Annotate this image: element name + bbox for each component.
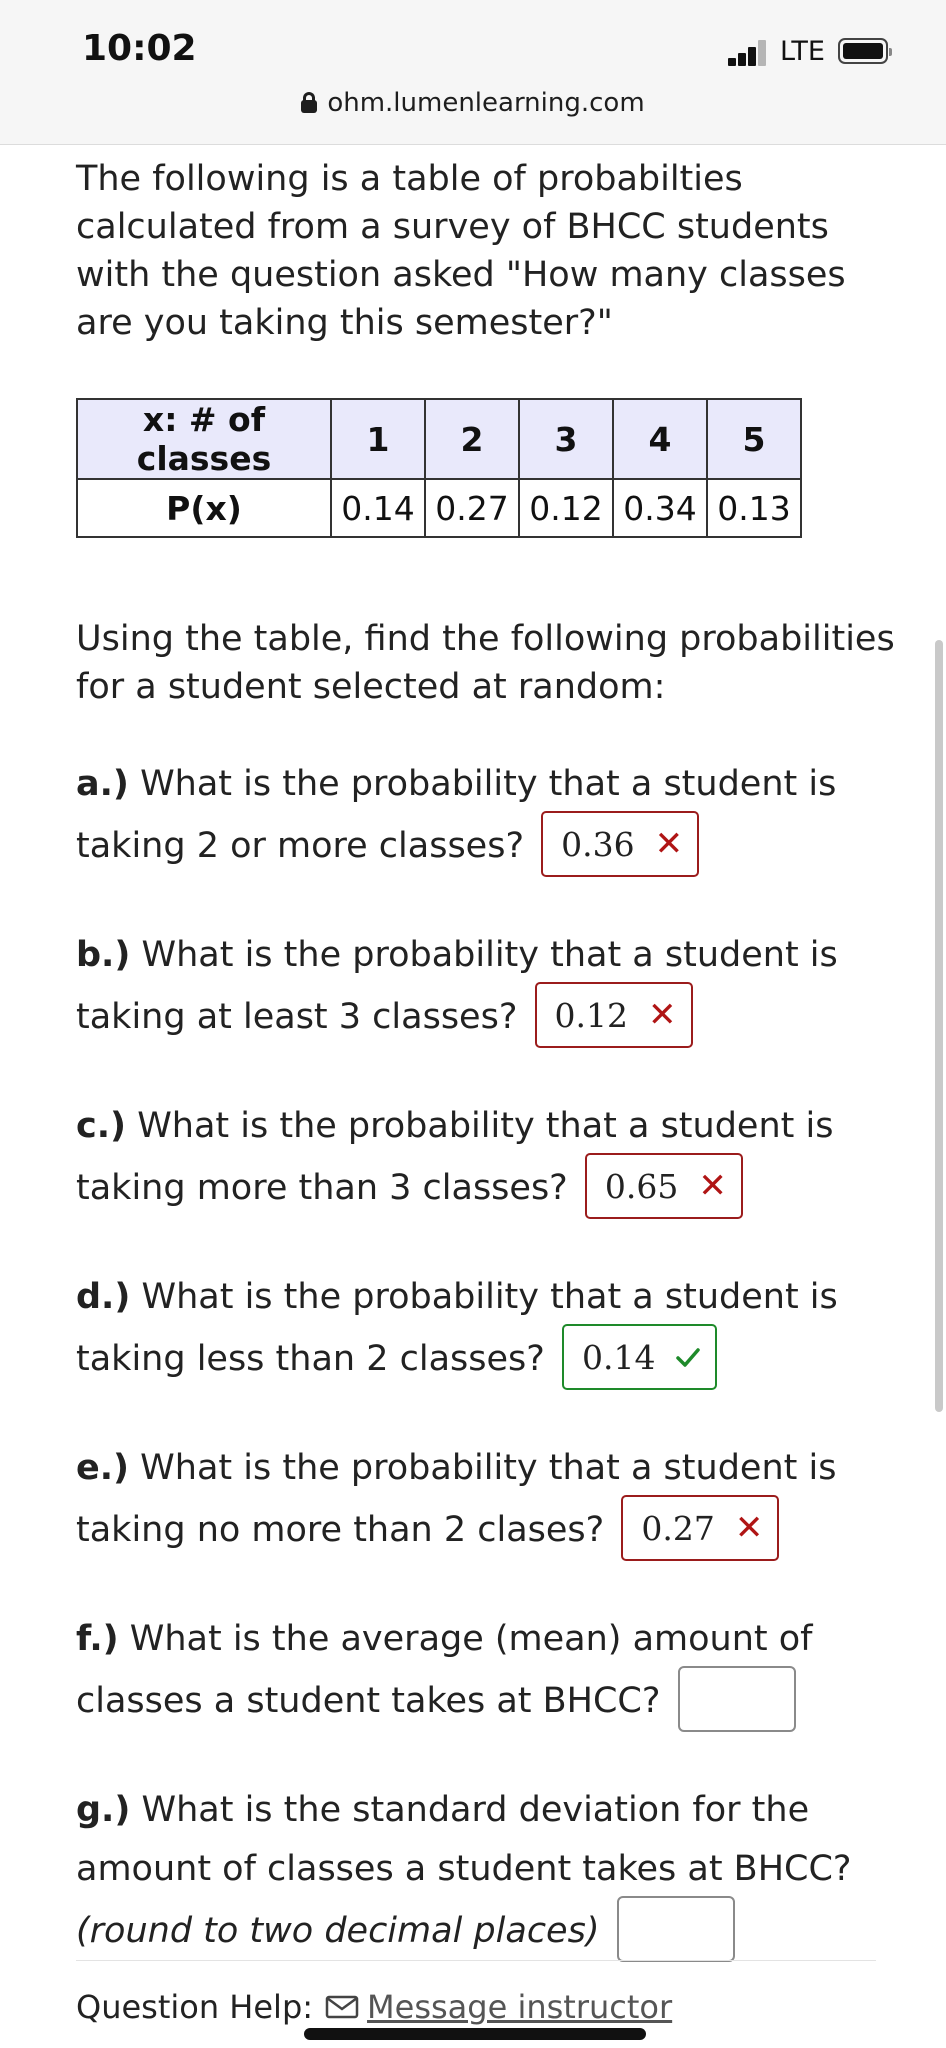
question-label: g.)	[76, 1790, 131, 1830]
table-cell-p: 0.14	[330, 478, 426, 538]
question-label: b.)	[76, 935, 131, 975]
question-label: f.)	[76, 1619, 119, 1659]
question-d: d.) What is the probability that a stude…	[76, 1268, 896, 1393]
divider	[76, 1960, 876, 1961]
answer-input-d[interactable]: 0.14	[561, 1324, 718, 1390]
question-e: e.) What is the probability that a stude…	[76, 1439, 896, 1564]
answer-value: 0.65	[604, 1166, 679, 1206]
signal-strength-icon	[728, 40, 768, 66]
table-cell-p: 0.27	[424, 478, 520, 538]
status-bar: 10:02 LTE ohm.lumenlearning.com	[0, 0, 946, 145]
incorrect-x-icon: ✕	[648, 995, 677, 1035]
url-text: ohm.lumenlearning.com	[327, 88, 645, 118]
answer-value: 0.12	[554, 995, 629, 1035]
answer-input-a[interactable]: 0.36 ✕	[541, 811, 700, 877]
table-cell-p: 0.12	[518, 478, 614, 538]
question-label: c.)	[76, 1106, 127, 1146]
question-label: a.)	[76, 764, 129, 804]
question-text: What is the probability that a student i…	[76, 935, 838, 1037]
question-text: What is the probability that a student i…	[76, 1277, 838, 1379]
home-indicator[interactable]	[304, 2028, 646, 2040]
answer-input-b[interactable]: 0.12 ✕	[534, 982, 693, 1048]
table-row: P(x) 0.14 0.27 0.12 0.34 0.13	[76, 478, 802, 538]
instructions-text: Using the table, find the following prob…	[76, 619, 895, 707]
question-help: Question Help: Message instructor	[76, 1988, 672, 2026]
table-row: x: # of classes 1 2 3 4 5	[76, 398, 802, 480]
table-cell-x: 1	[330, 398, 426, 480]
probability-table: x: # of classes 1 2 3 4 5 P(x) 0.14 0.27…	[76, 398, 802, 538]
network-type: LTE	[780, 36, 825, 67]
table-cell-x: 3	[518, 398, 614, 480]
answer-input-f[interactable]	[677, 1666, 796, 1732]
table-cell-x: 2	[424, 398, 520, 480]
intro-text: The following is a table of probabilties…	[76, 159, 846, 343]
message-instructor-label: Message instructor	[367, 1988, 673, 2026]
table-cell-x: 5	[706, 398, 802, 480]
answer-value: 0.27	[641, 1508, 715, 1548]
battery-icon	[838, 38, 892, 64]
question-g: g.) What is the standard deviation for t…	[76, 1781, 896, 1965]
message-instructor-link[interactable]: Message instructor	[325, 1988, 672, 2026]
question-c: c.) What is the probability that a stude…	[76, 1097, 896, 1222]
question-label: d.)	[76, 1277, 131, 1317]
question-label: e.)	[76, 1448, 130, 1488]
answer-input-g[interactable]	[616, 1896, 735, 1962]
answer-value: 0.36	[561, 824, 635, 864]
answer-value: 0.14	[581, 1337, 656, 1377]
incorrect-x-icon: ✕	[698, 1166, 727, 1206]
question-text: What is the probability that a student i…	[76, 764, 837, 866]
table-cell-x: 4	[612, 398, 708, 480]
table-header-p: P(x)	[76, 478, 332, 538]
incorrect-x-icon: ✕	[734, 1508, 764, 1548]
question-content: The following is a table of probabilties…	[76, 155, 882, 347]
question-text: What is the standard deviation for the a…	[76, 1790, 852, 1889]
table-header-x: x: # of classes	[76, 398, 332, 480]
question-f: f.) What is the average (mean) amount of…	[76, 1610, 896, 1735]
table-cell-p: 0.34	[612, 478, 708, 538]
address-bar[interactable]: ohm.lumenlearning.com	[0, 88, 946, 118]
help-label: Question Help:	[76, 1988, 314, 2026]
rounding-note: (round to two decimal places)	[76, 1911, 600, 1951]
scrollbar[interactable]	[935, 640, 943, 1412]
correct-check-icon	[676, 1348, 701, 1367]
question-b: b.) What is the probability that a stude…	[76, 926, 896, 1051]
answer-input-e[interactable]: 0.27 ✕	[621, 1495, 780, 1561]
answer-input-c[interactable]: 0.65 ✕	[584, 1153, 743, 1219]
incorrect-x-icon: ✕	[654, 824, 684, 864]
question-a: a.) What is the probability that a stude…	[76, 755, 896, 880]
status-time: 10:02	[82, 28, 197, 69]
table-cell-p: 0.13	[706, 478, 802, 538]
lock-icon	[301, 92, 318, 114]
mail-icon	[325, 1995, 359, 2019]
